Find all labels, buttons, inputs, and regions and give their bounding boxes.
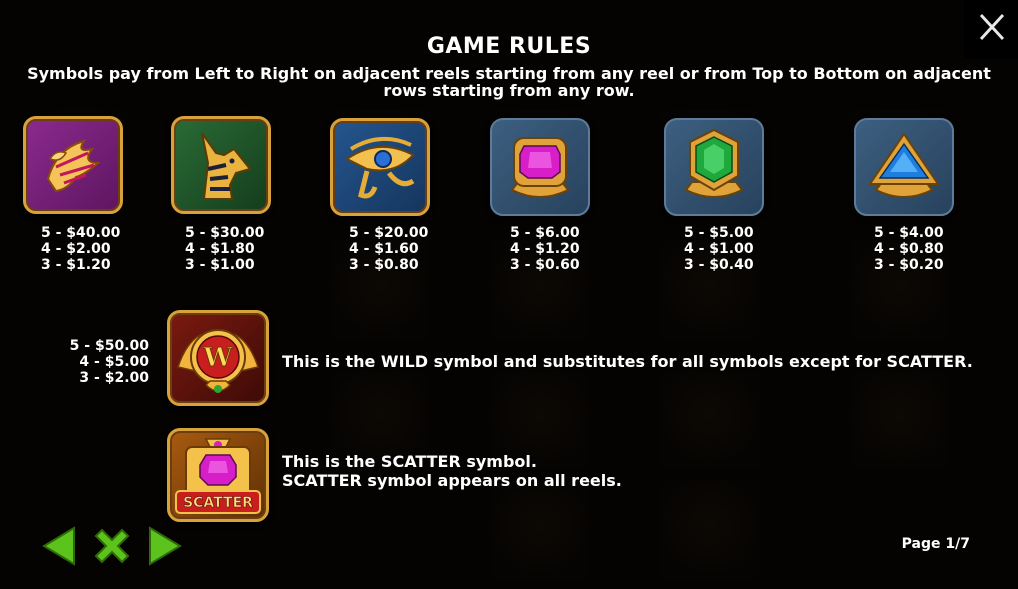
blue-gem-paytable: 5 - $4.00 4 - $0.80 3 - $0.20 xyxy=(874,225,944,273)
pink-gem-paytable: 5 - $6.00 4 - $1.20 3 - $0.60 xyxy=(510,225,580,273)
page-title: GAME RULES xyxy=(426,34,592,59)
blue-gem-icon xyxy=(854,118,954,216)
scatter-description: This is the SCATTER symbol. SCATTER symb… xyxy=(282,452,982,490)
anubis-icon xyxy=(171,116,271,214)
wild-description: This is the WILD symbol and substitutes … xyxy=(282,352,973,371)
eye-of-horus-icon xyxy=(330,118,430,216)
bird-paytable: 5 - $40.00 4 - $2.00 3 - $1.20 xyxy=(41,225,121,273)
scatter-icon: SCATTER xyxy=(167,428,269,522)
eye-of-horus-paytable: 5 - $20.00 4 - $1.60 3 - $0.80 xyxy=(349,225,429,273)
green-gem-paytable: 5 - $5.00 4 - $1.00 3 - $0.40 xyxy=(684,225,754,273)
anubis-paytable: 5 - $30.00 4 - $1.80 3 - $1.00 xyxy=(185,225,265,273)
close-rules-button[interactable] xyxy=(90,524,134,568)
pink-gem-icon xyxy=(490,118,590,216)
wild-letter: W xyxy=(202,343,233,373)
bird-icon xyxy=(23,116,123,214)
page-indicator: Page 1/7 xyxy=(901,536,970,552)
wild-icon: W xyxy=(167,310,269,406)
scatter-description-line1: This is the SCATTER symbol. xyxy=(282,452,537,471)
rules-description: Symbols pay from Left to Right on adjace… xyxy=(27,64,991,100)
scatter-description-line2: SCATTER symbol appears on all reels. xyxy=(282,471,622,490)
previous-page-button[interactable] xyxy=(40,524,78,568)
next-page-button[interactable] xyxy=(146,524,184,568)
green-gem-icon xyxy=(664,118,764,216)
wild-paytable: 5 - $50.00 4 - $5.00 3 - $2.00 xyxy=(69,338,149,386)
scatter-label: SCATTER xyxy=(183,495,253,511)
